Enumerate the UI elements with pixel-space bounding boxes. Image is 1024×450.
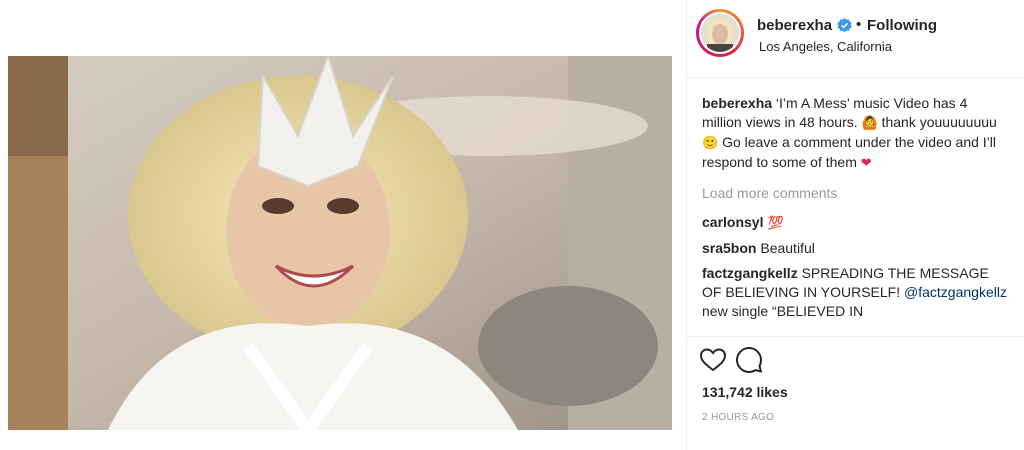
likes-count[interactable]: 131,742 likes bbox=[702, 384, 788, 400]
header-username[interactable]: beberexha bbox=[757, 17, 832, 34]
avatar-image bbox=[701, 14, 739, 52]
comment-username[interactable]: sra5bon bbox=[702, 240, 756, 256]
comment-item: carlonsyl 💯 bbox=[702, 213, 1009, 233]
header-separator: • bbox=[856, 16, 862, 33]
avatar-story-ring[interactable] bbox=[696, 9, 744, 57]
caption-emoji-smile: 🙂 bbox=[702, 136, 719, 151]
verified-badge-icon bbox=[837, 18, 852, 33]
caption-text-2: thank youuuuuuuu bbox=[877, 114, 997, 130]
caption-emoji-gesture: 🙆 bbox=[861, 116, 878, 131]
comment-mention-link[interactable]: @factzgangkellz bbox=[904, 284, 1007, 300]
comment-text: 💯 bbox=[763, 216, 784, 231]
media-pane bbox=[0, 0, 686, 450]
comment-text: Beautiful bbox=[756, 240, 815, 256]
caption-username[interactable]: beberexha bbox=[702, 95, 772, 111]
post-details-pane: beberexha • Following Los Angeles, Calif… bbox=[687, 0, 1024, 450]
post-timestamp[interactable]: 2 HOURS AGO bbox=[702, 412, 774, 423]
caption-emoji-heart: ❤ bbox=[860, 156, 872, 171]
comment-username[interactable]: factzgangkellz bbox=[702, 265, 798, 281]
location-link[interactable]: Los Angeles, California bbox=[759, 39, 892, 54]
avatar[interactable] bbox=[699, 12, 741, 54]
comment-item: sra5bon Beautiful bbox=[702, 239, 1009, 258]
comment-username[interactable]: carlonsyl bbox=[702, 214, 763, 230]
caption-text-3: Go leave a comment under the video and I… bbox=[702, 134, 997, 170]
post-caption: beberexha ‘I’m A Mess’ music Video has 4… bbox=[702, 94, 1009, 173]
heart-outline-icon[interactable] bbox=[699, 346, 727, 374]
following-button[interactable]: Following bbox=[867, 17, 937, 34]
actions-divider bbox=[687, 336, 1024, 337]
photo-image bbox=[8, 56, 672, 430]
speech-bubble-icon[interactable] bbox=[735, 346, 763, 374]
load-more-comments-button[interactable]: Load more comments bbox=[702, 184, 1009, 203]
comment-item: factzgangkellz SPREADING THE MESSAGE OF … bbox=[702, 264, 1009, 321]
comment-text-tail: new single “BELIEVED IN bbox=[702, 303, 864, 319]
post-photo[interactable] bbox=[8, 56, 672, 430]
comments-list: beberexha ‘I’m A Mess’ music Video has 4… bbox=[702, 94, 1009, 336]
post-header: beberexha • Following Los Angeles, Calif… bbox=[687, 0, 1024, 78]
